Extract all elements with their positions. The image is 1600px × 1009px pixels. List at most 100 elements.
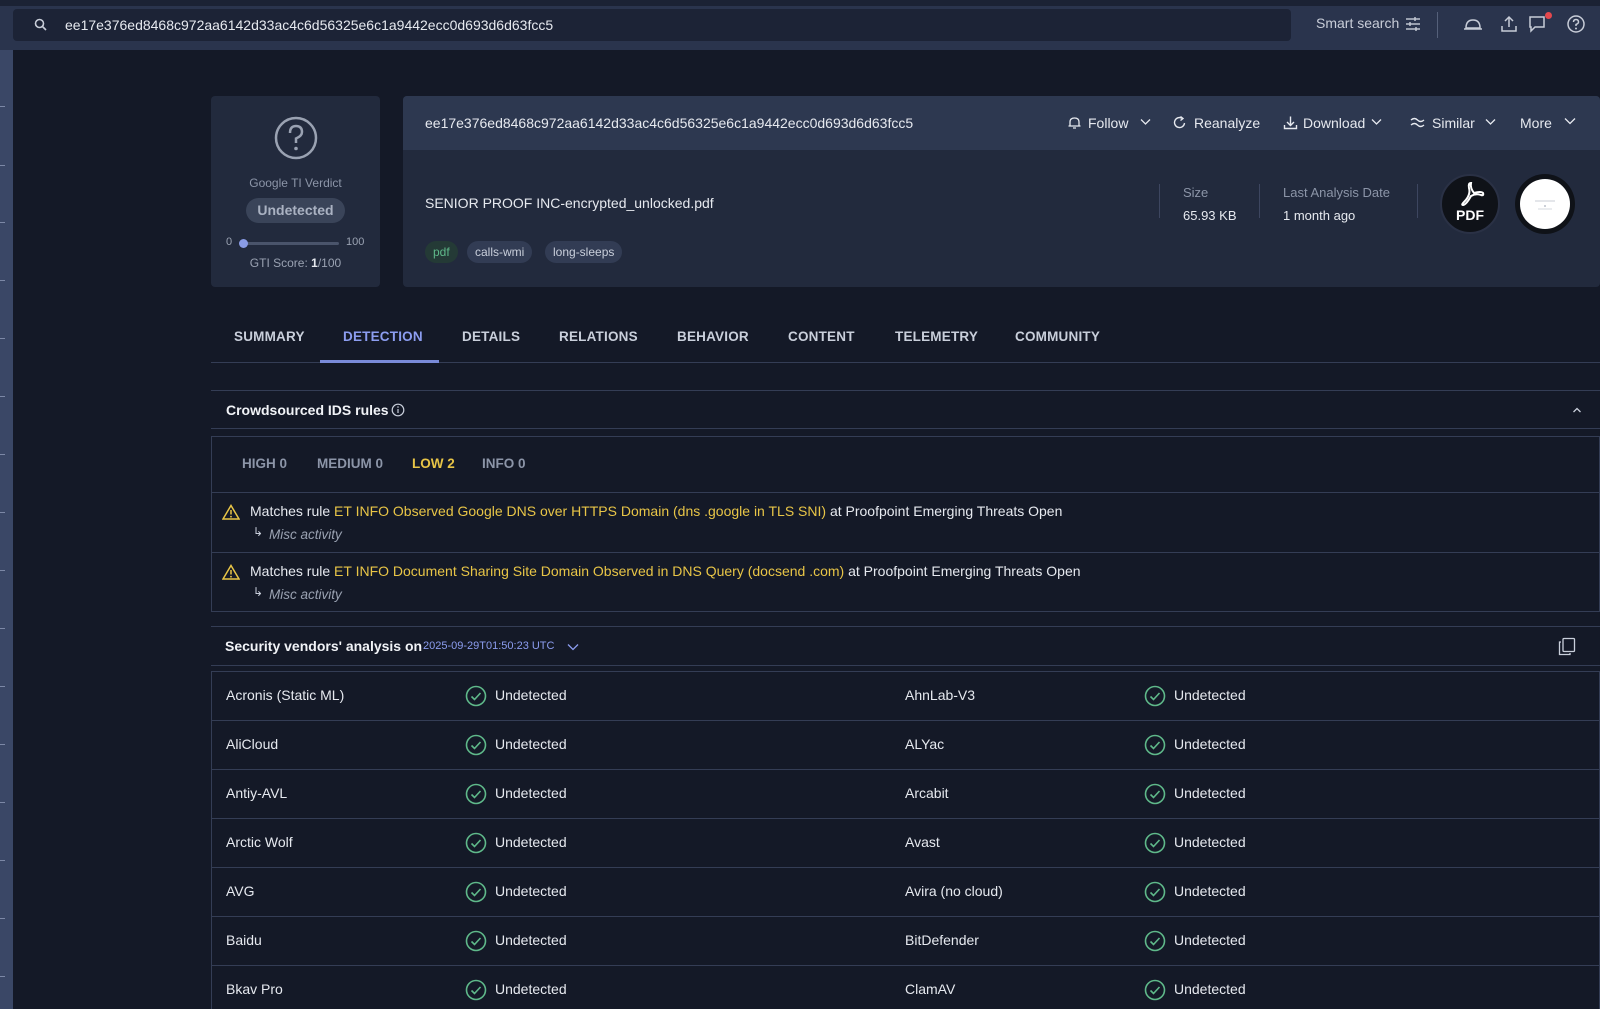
tab-relations[interactable]: RELATIONS: [559, 329, 638, 344]
chevron-down-icon[interactable]: [567, 643, 579, 651]
score-min: 0: [226, 236, 233, 248]
vendor-name: Arcabit: [905, 785, 949, 801]
check-circle-icon: [465, 734, 487, 756]
active-tab-indicator: [320, 360, 439, 363]
tab-behavior[interactable]: BEHAVIOR: [677, 329, 749, 344]
filter-sliders-icon[interactable]: [1405, 16, 1421, 32]
search-input[interactable]: ee17e376ed8468c972aa6142d33ac4c6d56325e6…: [65, 9, 553, 41]
check-circle-icon: [1144, 979, 1166, 1001]
check-circle-icon: [1144, 832, 1166, 854]
smart-search-button[interactable]: Smart search: [1316, 15, 1399, 31]
notification-dot: [1545, 12, 1552, 19]
more-button[interactable]: More: [1520, 96, 1580, 150]
severity-filter-medium[interactable]: MEDIUM 0: [317, 456, 383, 471]
ids-rules-body: HIGH 0 MEDIUM 0 LOW 2 INFO 0 Matches rul…: [211, 436, 1600, 612]
vendor-status: Undetected: [1174, 981, 1246, 997]
verdict-badge: Undetected: [246, 198, 345, 223]
check-circle-icon: [1144, 685, 1166, 707]
file-thumbnail[interactable]: [1515, 174, 1575, 234]
question-mark-icon: [274, 116, 318, 160]
severity-filter-low[interactable]: LOW 2: [412, 456, 455, 471]
check-circle-icon: [1144, 734, 1166, 756]
score-max: 100: [346, 236, 365, 248]
tag-pdf[interactable]: pdf: [425, 241, 458, 263]
score-bar: [243, 242, 339, 245]
vendor-status: Undetected: [495, 687, 567, 703]
vendor-status: Undetected: [495, 785, 567, 801]
similar-button[interactable]: Similar: [1410, 96, 1500, 150]
ids-rules-header[interactable]: Crowdsourced IDS rules: [211, 391, 1600, 429]
ids-rule-link[interactable]: ET INFO Observed Google DNS over HTTPS D…: [334, 503, 826, 519]
tab-bar: SUMMARY DETECTION DETAILS RELATIONS BEHA…: [211, 316, 1600, 363]
chevron-down-icon: [1564, 118, 1576, 125]
severity-filter-info[interactable]: INFO 0: [482, 456, 526, 471]
tab-details[interactable]: DETAILS: [462, 329, 520, 344]
vendor-status: Undetected: [1174, 736, 1246, 752]
search-bar[interactable]: ee17e376ed8468c972aa6142d33ac4c6d56325e6…: [13, 9, 1291, 41]
last-analysis-label: Last Analysis Date: [1283, 185, 1390, 200]
score-marker: [239, 239, 249, 248]
vendor-name: Acronis (Static ML): [226, 687, 345, 703]
check-circle-icon: [465, 930, 487, 952]
toolbar-divider: [1437, 12, 1438, 38]
reanalyze-button[interactable]: Reanalyze: [1172, 96, 1262, 150]
vendor-status: Undetected: [495, 981, 567, 997]
chevron-down-icon: [1485, 119, 1496, 125]
vendor-status: Undetected: [495, 736, 567, 752]
check-circle-icon: [465, 832, 487, 854]
verdict-card: Google TI Verdict Undetected 0 100 GTI S…: [211, 96, 380, 287]
tab-detection[interactable]: DETECTION: [343, 329, 423, 344]
tab-community[interactable]: COMMUNITY: [1015, 329, 1100, 344]
file-card: ee17e376ed8468c972aa6142d33ac4c6d56325e6…: [403, 96, 1600, 287]
chevron-up-icon[interactable]: [1572, 406, 1582, 414]
upload-icon[interactable]: [1499, 14, 1519, 34]
warning-icon: [222, 504, 240, 520]
ids-rule-link[interactable]: ET INFO Document Sharing Site Domain Obs…: [334, 563, 844, 579]
vendor-row: Antiy-AVL Undetected Arcabit Undetected: [212, 770, 1599, 819]
refresh-icon: [1173, 115, 1186, 129]
tab-telemetry[interactable]: TELEMETRY: [895, 329, 978, 344]
download-button[interactable]: Download: [1283, 96, 1388, 150]
vendor-status: Undetected: [1174, 883, 1246, 899]
vendor-row: Baidu Undetected BitDefender Undetected: [212, 917, 1599, 966]
vendor-name: ClamAV: [905, 981, 956, 997]
size-label: Size: [1183, 185, 1209, 200]
notifications-icon[interactable]: [1527, 14, 1547, 34]
vendor-name: ALYac: [905, 736, 945, 752]
tab-content[interactable]: CONTENT: [788, 329, 855, 344]
check-circle-icon: [465, 783, 487, 805]
hat-icon[interactable]: [1463, 14, 1483, 34]
tag-long-sleeps[interactable]: long-sleeps: [545, 241, 623, 263]
check-circle-icon: [465, 881, 487, 903]
vendor-status: Undetected: [1174, 834, 1246, 850]
similar-icon: [1410, 117, 1425, 128]
ids-rule-category: Misc activity: [269, 527, 342, 542]
warning-icon: [222, 564, 240, 580]
info-icon[interactable]: [391, 403, 405, 417]
vendor-row: AliCloud Undetected ALYac Undetected: [212, 721, 1599, 770]
vendor-status: Undetected: [495, 932, 567, 948]
vendor-name: Antiy-AVL: [226, 785, 288, 801]
analysis-date-selector[interactable]: 2025-09-29T01:50:23 UTC: [423, 640, 554, 652]
severity-filter-high[interactable]: HIGH 0: [242, 456, 287, 471]
check-circle-icon: [1144, 783, 1166, 805]
meta-divider: [1159, 184, 1160, 218]
subitem-arrow-icon: ↳: [253, 525, 264, 539]
ids-rules-title: Crowdsourced IDS rules: [226, 402, 389, 418]
verdict-label: Google TI Verdict: [249, 176, 342, 190]
vendor-name: Avira (no cloud): [905, 883, 1003, 899]
copy-icon[interactable]: [1558, 637, 1576, 656]
vendor-status: Undetected: [1174, 687, 1246, 703]
left-rail: [0, 50, 13, 1009]
vendor-row: AVG Undetected Avira (no cloud) Undetected: [212, 868, 1599, 917]
ids-rule-item: Matches rule ET INFO Document Sharing Si…: [212, 552, 1599, 612]
vendor-name: Avast: [905, 834, 940, 850]
tag-calls-wmi[interactable]: calls-wmi: [467, 241, 533, 263]
file-name: SENIOR PROOF INC-encrypted_unlocked.pdf: [425, 195, 714, 211]
pdf-file-type-icon: PDF: [1440, 174, 1500, 234]
tab-summary[interactable]: SUMMARY: [234, 329, 305, 344]
follow-button[interactable]: Follow: [1067, 96, 1157, 150]
bell-icon: [1068, 117, 1081, 129]
check-circle-icon: [1144, 881, 1166, 903]
help-icon[interactable]: [1566, 14, 1586, 34]
